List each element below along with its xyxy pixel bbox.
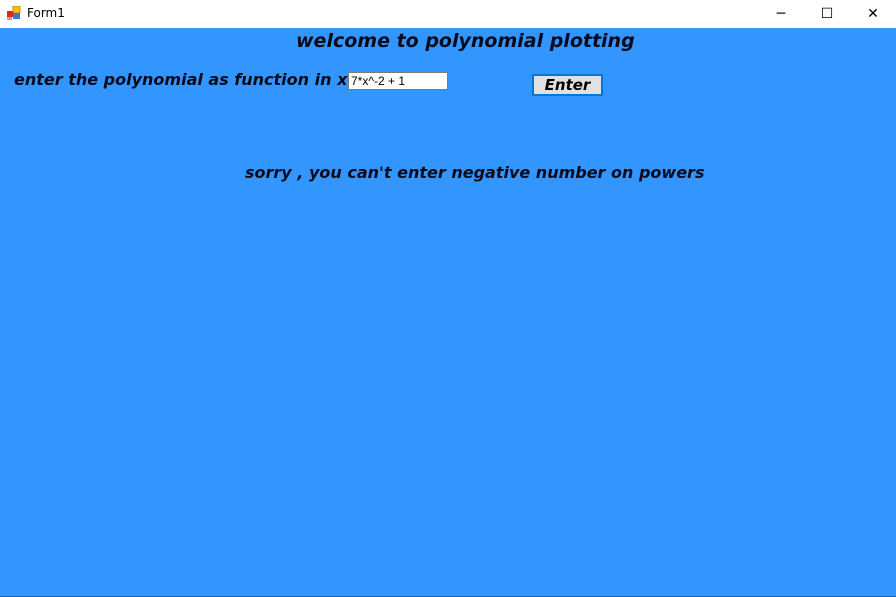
page-title: welcome to polynomial plotting	[296, 30, 635, 52]
form-client-area: welcome to polynomial plotting enter the…	[0, 28, 896, 597]
close-button[interactable]: ✕	[850, 0, 896, 28]
enter-button[interactable]: Enter	[532, 74, 603, 96]
polynomial-input[interactable]	[348, 72, 448, 90]
maximize-button[interactable]: ☐	[804, 0, 850, 28]
app-icon	[7, 6, 21, 20]
error-message: sorry , you can't enter negative number …	[245, 163, 705, 182]
title-bar: Form1 ─ ☐ ✕	[0, 0, 896, 28]
polynomial-prompt-label: enter the polynomial as function in x	[14, 70, 348, 89]
window-title: Form1	[27, 6, 65, 20]
minimize-button[interactable]: ─	[758, 0, 804, 28]
